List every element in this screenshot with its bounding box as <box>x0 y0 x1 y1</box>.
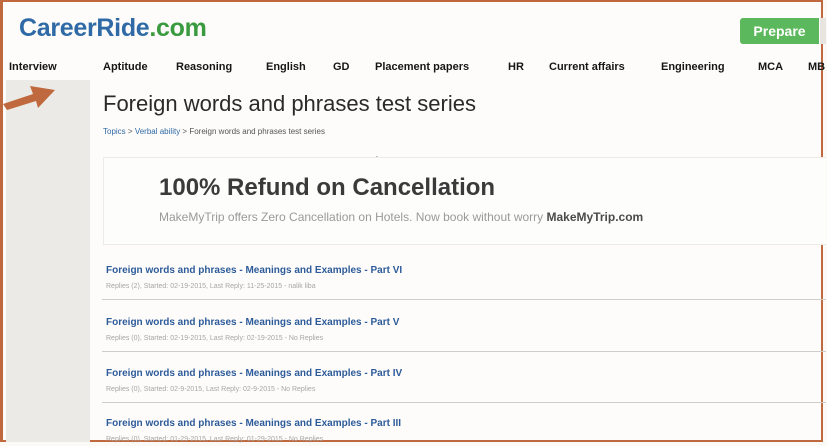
next-button-edge[interactable] <box>820 18 826 44</box>
nav-mca[interactable]: MCA <box>758 61 783 73</box>
breadcrumb-verbal-ability[interactable]: Verbal ability <box>135 127 180 136</box>
topic-link[interactable]: Foreign words and phrases - Meanings and… <box>106 368 826 379</box>
main-nav: Interview Aptitude Reasoning English GD … <box>3 57 826 79</box>
nav-placement-papers[interactable]: Placement papers <box>375 61 469 73</box>
nav-mb[interactable]: MB <box>808 61 825 73</box>
ad-subtitle: MakeMyTrip offers Zero Cancellation on H… <box>159 210 643 224</box>
ad-title: 100% Refund on Cancellation <box>159 174 496 201</box>
nav-current-affairs[interactable]: Current affairs <box>549 61 625 73</box>
breadcrumb-separator: > <box>182 127 188 136</box>
breadcrumb-topics[interactable]: Topics <box>103 127 126 136</box>
ad-brand[interactable]: MakeMyTrip.com <box>547 210 644 224</box>
topic-link[interactable]: Foreign words and phrases - Meanings and… <box>106 418 826 429</box>
logo-text-main: CareerRide <box>19 14 150 42</box>
nav-aptitude[interactable]: Aptitude <box>103 61 148 73</box>
topic-divider <box>102 351 826 352</box>
ad-subtitle-text: MakeMyTrip offers Zero Cancellation on H… <box>159 210 544 224</box>
ad-banner[interactable]: 100% Refund on Cancellation MakeMyTrip o… <box>103 157 826 245</box>
topic-link[interactable]: Foreign words and phrases - Meanings and… <box>106 317 826 328</box>
topic-meta: Replies (2), Started: 02-19-2015, Last R… <box>106 283 316 290</box>
breadcrumb-separator: > <box>127 127 133 136</box>
topic-divider <box>102 402 826 403</box>
nav-gd[interactable]: GD <box>333 61 350 73</box>
nav-english[interactable]: English <box>266 61 306 73</box>
topic-item: Foreign words and phrases - Meanings and… <box>102 368 826 403</box>
screenshot-frame: CareerRide.com Prepare Interview Aptitud… <box>0 0 826 443</box>
nav-engineering[interactable]: Engineering <box>661 61 725 73</box>
annotation-arrow-icon <box>3 86 55 110</box>
topic-meta: Replies (0), Started: 02-19-2015, Last R… <box>106 335 324 342</box>
left-sidebar <box>6 80 90 442</box>
topic-meta: Replies (0), Started: 01-29-2015, Last R… <box>106 436 324 443</box>
topic-divider <box>102 299 826 300</box>
nav-reasoning[interactable]: Reasoning <box>176 61 232 73</box>
breadcrumb: Topics > Verbal ability > Foreign words … <box>103 127 325 136</box>
logo-text-domain: .com <box>149 14 207 42</box>
topic-item: Foreign words and phrases - Meanings and… <box>102 265 826 300</box>
prepare-button[interactable]: Prepare <box>740 18 819 44</box>
page-title: Foreign words and phrases test series <box>103 91 476 116</box>
topic-link[interactable]: Foreign words and phrases - Meanings and… <box>106 265 826 276</box>
nav-hr[interactable]: HR <box>508 61 524 73</box>
breadcrumb-current: Foreign words and phrases test series <box>189 127 325 136</box>
careerride-logo[interactable]: CareerRide.com <box>19 14 207 43</box>
topic-item: Foreign words and phrases - Meanings and… <box>106 418 826 443</box>
topic-item: Foreign words and phrases - Meanings and… <box>102 317 826 352</box>
topic-meta: Replies (0), Started: 02-9-2015, Last Re… <box>106 386 316 393</box>
